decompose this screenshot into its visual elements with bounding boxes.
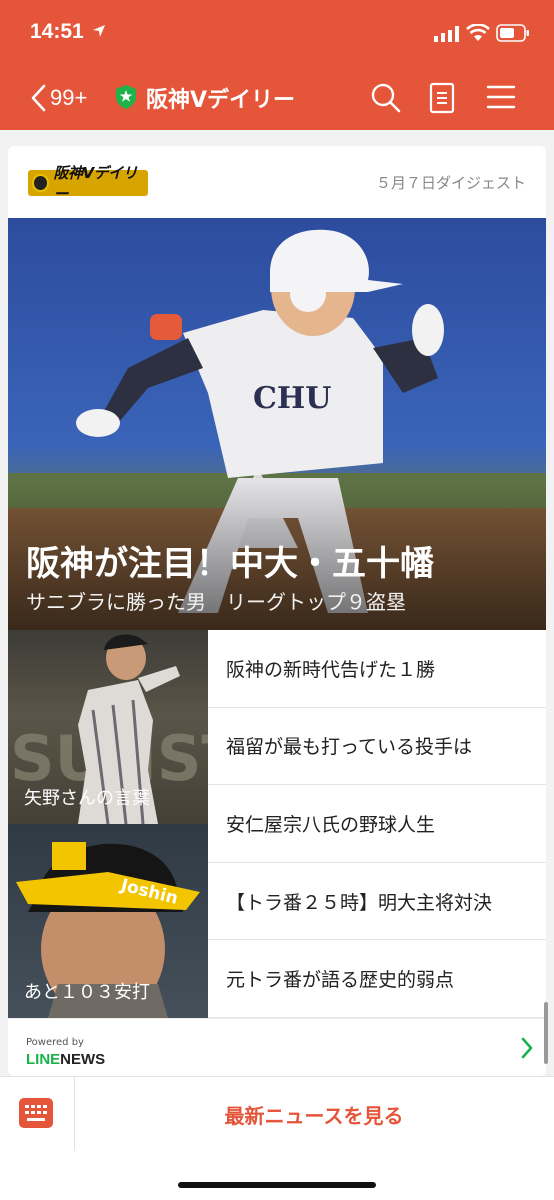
- list-item[interactable]: 福留が最も打っている投手は: [208, 708, 546, 786]
- wifi-icon: [466, 24, 490, 41]
- line-news-footer[interactable]: Powered by LINENEWS: [8, 1018, 546, 1076]
- digest-card: 阪神Vデイリー ５月７日ダイジェスト CHU 阪神が注目！中大・五十幡 サニブラ…: [8, 146, 546, 1076]
- list-item[interactable]: 安仁屋宗八氏の野球人生: [208, 785, 546, 863]
- tigers-emblem-icon: [32, 174, 50, 192]
- chevron-right-icon[interactable]: [520, 1037, 534, 1059]
- location-arrow-icon: [93, 25, 105, 37]
- battery-icon: [496, 24, 529, 42]
- hero-subtitle: サニブラに勝った男 リーグトップ９盗塁: [26, 590, 406, 614]
- list-item[interactable]: 阪神の新時代告げた１勝: [208, 630, 546, 708]
- latest-news-button[interactable]: 最新ニュースを見る: [74, 1077, 554, 1151]
- line-news-logo-line: LINE: [26, 1051, 61, 1068]
- menu-icon[interactable]: [486, 84, 516, 110]
- back-chevron-icon: [31, 84, 46, 112]
- thumbnail-article-1[interactable]: SUNST 矢野さんの言葉: [8, 630, 208, 824]
- channel-logo: 阪神Vデイリー: [28, 164, 148, 203]
- document-icon[interactable]: [428, 82, 456, 114]
- scrollbar[interactable]: [544, 1002, 548, 1064]
- official-shield-icon: [116, 85, 136, 109]
- article-list: 阪神の新時代告げた１勝 福留が最も打っている投手は 安仁屋宗八氏の野球人生 【ト…: [208, 630, 546, 1018]
- channel-title[interactable]: 阪神Vデイリー: [146, 82, 295, 114]
- thumbnail-article-2[interactable]: Joshin あと１０３安打: [8, 824, 208, 1018]
- app-header: 14:51 99+ 阪神Vデイリー: [0, 0, 554, 130]
- signal-icon: [434, 26, 459, 42]
- home-indicator[interactable]: [178, 1182, 376, 1188]
- back-button[interactable]: 99+: [30, 76, 87, 120]
- search-icon[interactable]: [370, 82, 402, 114]
- powered-by-label: Powered by: [26, 1037, 84, 1048]
- line-news-logo: LINENEWS: [26, 1051, 105, 1068]
- bottom-bar: 最新ニュースを見る: [0, 1076, 554, 1200]
- keyboard-icon[interactable]: [18, 1097, 54, 1129]
- digest-date: ５月７日ダイジェスト: [375, 174, 526, 192]
- status-bar: 14:51: [0, 0, 554, 64]
- unread-count: 99+: [50, 85, 88, 110]
- status-time: 14:51: [30, 20, 84, 43]
- thumbnail-caption-1: 矢野さんの言葉: [24, 788, 150, 809]
- list-item[interactable]: 【トラ番２５時】明大主将対決: [208, 863, 546, 941]
- svg-text:CHU: CHU: [253, 381, 331, 416]
- nav-bar: 99+ 阪神Vデイリー: [0, 70, 554, 126]
- hero-article[interactable]: CHU 阪神が注目！中大・五十幡 サニブラに勝った男 リーグトップ９盗塁: [8, 218, 546, 630]
- logo-text: 阪神Vデイリー: [53, 164, 138, 203]
- list-item[interactable]: 元トラ番が語る歴史的弱点: [208, 940, 546, 1018]
- thumbnail-caption-2: あと１０３安打: [24, 982, 150, 1003]
- hero-title: 阪神が注目！中大・五十幡: [26, 544, 434, 584]
- line-news-logo-news: NEWS: [60, 1051, 106, 1068]
